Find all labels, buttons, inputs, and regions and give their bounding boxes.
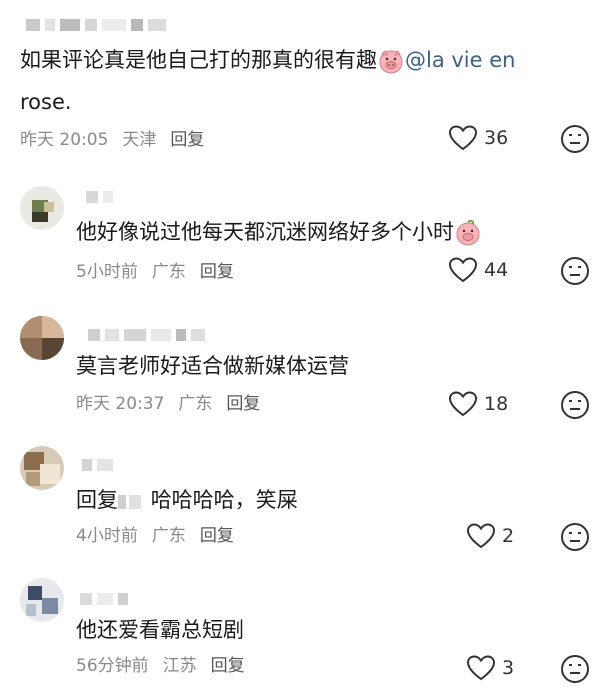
comment-meta: 56分钟前 江苏 回复 xyxy=(76,654,259,678)
blurred-username xyxy=(86,186,118,203)
comment-time: 5小时前 xyxy=(76,262,138,282)
like-count: 36 xyxy=(484,127,509,149)
emoji-face-icon[interactable] xyxy=(560,654,590,684)
comment-time: 昨天 20:37 xyxy=(76,394,165,414)
reply-button[interactable]: 回复 xyxy=(211,656,245,676)
like-button[interactable]: 18 xyxy=(448,390,508,418)
comment-location: 江苏 xyxy=(162,656,197,676)
avatar[interactable] xyxy=(20,578,64,622)
comment-text: 如果评论真是他自己打的那真的很有趣 @la vie en xyxy=(20,40,515,80)
emoji-face-icon[interactable] xyxy=(560,124,590,154)
comment-time: 4小时前 xyxy=(76,526,138,546)
emoji-face-icon[interactable] xyxy=(560,390,590,420)
comment-item: 他还爱看霸总短剧 56分钟前 江苏 回复 3 xyxy=(0,570,600,697)
comment-location: 广东 xyxy=(151,526,186,546)
comment-text-continued: rose. xyxy=(20,90,72,114)
comment-item: 回复 哈哈哈哈，笑屎 4小时前 广东 回复 2 xyxy=(0,440,600,565)
comment-meta: 4小时前 广东 回复 xyxy=(76,524,248,548)
reply-button[interactable]: 回复 xyxy=(170,130,204,150)
comment-text: 回复 哈哈哈哈，笑屎 xyxy=(76,480,298,521)
like-count: 18 xyxy=(484,393,509,415)
comment-text: 莫言老师好适合做新媒体运营 xyxy=(76,354,349,378)
like-button[interactable]: 2 xyxy=(466,522,514,550)
heart-outline-icon xyxy=(448,257,478,283)
comment-location: 广东 xyxy=(178,394,213,414)
blurred-username xyxy=(82,454,118,471)
comment-meta: 昨天 20:37 广东 回复 xyxy=(76,392,274,416)
like-count: 2 xyxy=(502,525,515,547)
blurred-username xyxy=(80,588,133,605)
comment-item: 莫言老师好适合做新媒体运营 昨天 20:37 广东 回复 18 xyxy=(0,304,600,434)
like-count: 3 xyxy=(502,657,515,679)
like-count: 44 xyxy=(484,259,509,281)
user-mention-link[interactable]: @la vie en xyxy=(405,48,515,72)
like-button[interactable]: 36 xyxy=(448,124,508,152)
like-button[interactable]: 3 xyxy=(466,654,514,682)
comment-item: 他好像说过他每天都沉迷网络好多个小时 5小时前 广东 回复 44 xyxy=(0,172,600,302)
comment-location: 广东 xyxy=(151,262,186,282)
heart-outline-icon xyxy=(448,391,478,417)
avatar[interactable] xyxy=(20,446,64,490)
pig-face-emoji xyxy=(379,50,403,74)
comment-time: 昨天 20:05 xyxy=(20,130,109,150)
avatar[interactable] xyxy=(20,186,64,230)
comment-meta: 昨天 20:05 天津 回复 xyxy=(20,128,218,152)
avatar[interactable] xyxy=(20,316,64,360)
blurred-username xyxy=(88,324,210,341)
emoji-face-icon[interactable] xyxy=(560,256,590,286)
comment-location: 天津 xyxy=(122,130,157,150)
comment-time: 56分钟前 xyxy=(76,656,149,676)
comment-text: 他好像说过他每天都沉迷网络好多个小时 xyxy=(76,212,482,252)
emoji-face-icon[interactable] xyxy=(560,522,590,552)
reply-button[interactable]: 回复 xyxy=(200,262,234,282)
heart-outline-icon xyxy=(466,523,496,549)
reply-button[interactable]: 回复 xyxy=(226,394,260,414)
comment-meta: 5小时前 广东 回复 xyxy=(76,260,248,284)
comment-item: 如果评论真是他自己打的那真的很有趣 @la vie en rose. 昨天 20:… xyxy=(0,0,600,160)
heart-outline-icon xyxy=(466,655,496,681)
reply-prefix: 回复 xyxy=(76,488,118,512)
blurred-username xyxy=(26,14,171,31)
blurred-reply-target[interactable] xyxy=(118,481,144,521)
like-button[interactable]: 44 xyxy=(448,256,508,284)
comment-text: 他还爱看霸总短剧 xyxy=(76,618,244,642)
heart-outline-icon xyxy=(448,125,478,151)
reply-button[interactable]: 回复 xyxy=(200,526,234,546)
pig-face-emoji xyxy=(456,219,480,246)
